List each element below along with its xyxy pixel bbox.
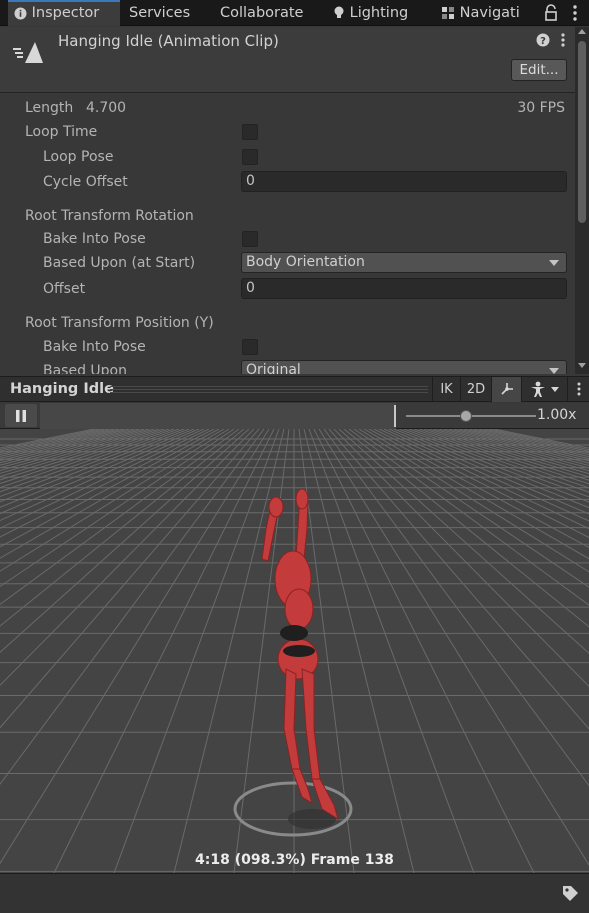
preview-viewport[interactable]: 4:18 (098.3%) Frame 138: [0, 429, 589, 873]
bake-into-pose-label: Bake Into Pose: [43, 231, 146, 247]
based-upon-start-row: Based Upon (at Start) Body Orientation: [0, 252, 575, 274]
playhead[interactable]: [394, 405, 396, 427]
dropdown-value: Body Orientation: [246, 254, 365, 270]
length-value: 4.700: [86, 100, 127, 116]
bake-rotation-row: Bake Into Pose: [0, 228, 575, 250]
avatar-body-icon: [530, 381, 559, 397]
loop-pose-label: Loop Pose: [43, 149, 114, 165]
root-position-row: Root Transform Position (Y): [0, 312, 575, 334]
root-rotation-row: Root Transform Rotation: [0, 205, 575, 227]
pause-icon: [16, 410, 26, 422]
loop-time-row: Loop Time: [0, 121, 575, 143]
loop-time-checkbox[interactable]: [242, 124, 258, 140]
scroll-down-arrow-icon[interactable]: [578, 363, 586, 368]
tab-lighting[interactable]: Lighting: [333, 0, 408, 26]
speed-slider-thumb[interactable]: [459, 410, 472, 422]
length-label: Length: [25, 100, 74, 116]
preview-drag-handle[interactable]: [110, 386, 428, 393]
tab-label: Services: [129, 5, 191, 21]
fps-value: 30 FPS: [517, 100, 565, 116]
animation-clip-icon: [13, 42, 43, 63]
tab-label: Lighting: [349, 5, 409, 21]
more-options-icon: [577, 382, 580, 396]
2d-toggle[interactable]: 2D: [460, 377, 491, 402]
dropdown-value: Original: [246, 362, 301, 374]
info-icon: [14, 7, 27, 19]
scroll-up-arrow-icon[interactable]: [578, 29, 586, 34]
based-upon-label: Based Upon: [43, 363, 127, 374]
cycle-offset-row: Cycle Offset 0: [0, 171, 575, 193]
tab-label: Collaborate: [220, 5, 304, 21]
edit-button[interactable]: Edit...: [511, 59, 567, 81]
navigation-icon: [442, 7, 454, 19]
root-rotation-heading: Root Transform Rotation: [25, 208, 194, 224]
offset-row: Offset 0: [0, 278, 575, 300]
bake-position-checkbox[interactable]: [242, 339, 258, 355]
based-upon-start-dropdown[interactable]: Body Orientation: [241, 252, 567, 273]
tab-collaborate[interactable]: Collaborate: [220, 0, 303, 26]
preview-menu-button[interactable]: [567, 377, 589, 402]
loop-pose-row: Loop Pose: [0, 146, 575, 168]
bake-rotation-checkbox[interactable]: [242, 231, 258, 247]
inspector-scrollbar[interactable]: [575, 27, 589, 374]
tab-navigation[interactable]: Navigati: [441, 0, 520, 26]
character-model: [261, 488, 339, 821]
offset-label: Offset: [43, 281, 86, 297]
tag-icon[interactable]: [561, 884, 579, 902]
scrollbar-thumb[interactable]: [578, 41, 586, 223]
bake-into-pose-label: Bake Into Pose: [43, 339, 146, 355]
based-upon-row: Based Upon Original: [0, 360, 575, 374]
avatar-dropdown[interactable]: [521, 377, 567, 402]
frame-info: 4:18 (098.3%) Frame 138: [195, 852, 394, 868]
loop-time-label: Loop Time: [25, 124, 98, 140]
offset-field[interactable]: 0: [241, 278, 567, 299]
preview-toolbar: Hanging Idle IK 2D: [0, 376, 589, 402]
length-row: Length 4.700 30 FPS: [0, 97, 575, 119]
inspector-header: Hanging Idle (Animation Clip) ? Edit...: [0, 27, 589, 93]
tab-services[interactable]: Services: [129, 0, 190, 26]
loop-pose-checkbox[interactable]: [242, 149, 258, 165]
root-position-heading: Root Transform Position (Y): [25, 315, 214, 331]
cycle-offset-label: Cycle Offset: [43, 174, 128, 190]
lock-icon[interactable]: [541, 3, 561, 23]
timeline-scrubber[interactable]: [40, 403, 396, 429]
component-menu-icon[interactable]: [558, 32, 568, 48]
pivot-icon: [500, 383, 513, 395]
lightbulb-icon: [334, 6, 344, 18]
preview-title: Hanging Idle: [10, 381, 114, 397]
tab-label: Inspector: [31, 5, 100, 21]
more-options-icon[interactable]: [565, 3, 585, 23]
based-upon-start-label: Based Upon (at Start): [43, 255, 196, 271]
speed-value: 1.00x: [537, 407, 577, 423]
cycle-offset-field[interactable]: 0: [241, 171, 567, 192]
clip-properties: Length 4.700 30 FPS Loop Time Loop Pose …: [0, 94, 589, 374]
pivot-toggle[interactable]: [491, 377, 521, 402]
based-upon-dropdown[interactable]: Original: [241, 360, 567, 374]
help-icon[interactable]: ?: [536, 33, 550, 47]
ik-toggle[interactable]: IK: [432, 377, 460, 402]
tab-bar: Inspector Services Collaborate Lighting …: [0, 0, 589, 26]
svg-text:?: ?: [540, 36, 546, 47]
tab-inspector[interactable]: Inspector: [8, 0, 120, 26]
dropdown-arrow-icon: [549, 368, 559, 374]
dropdown-arrow-icon: [549, 260, 559, 266]
asset-labels-bar: [0, 873, 589, 913]
pause-button[interactable]: [5, 404, 37, 427]
clip-title: Hanging Idle (Animation Clip): [58, 32, 279, 50]
tab-label: Navigati: [459, 5, 520, 21]
bake-position-row: Bake Into Pose: [0, 336, 575, 358]
playback-bar: 1.00x: [0, 403, 589, 429]
